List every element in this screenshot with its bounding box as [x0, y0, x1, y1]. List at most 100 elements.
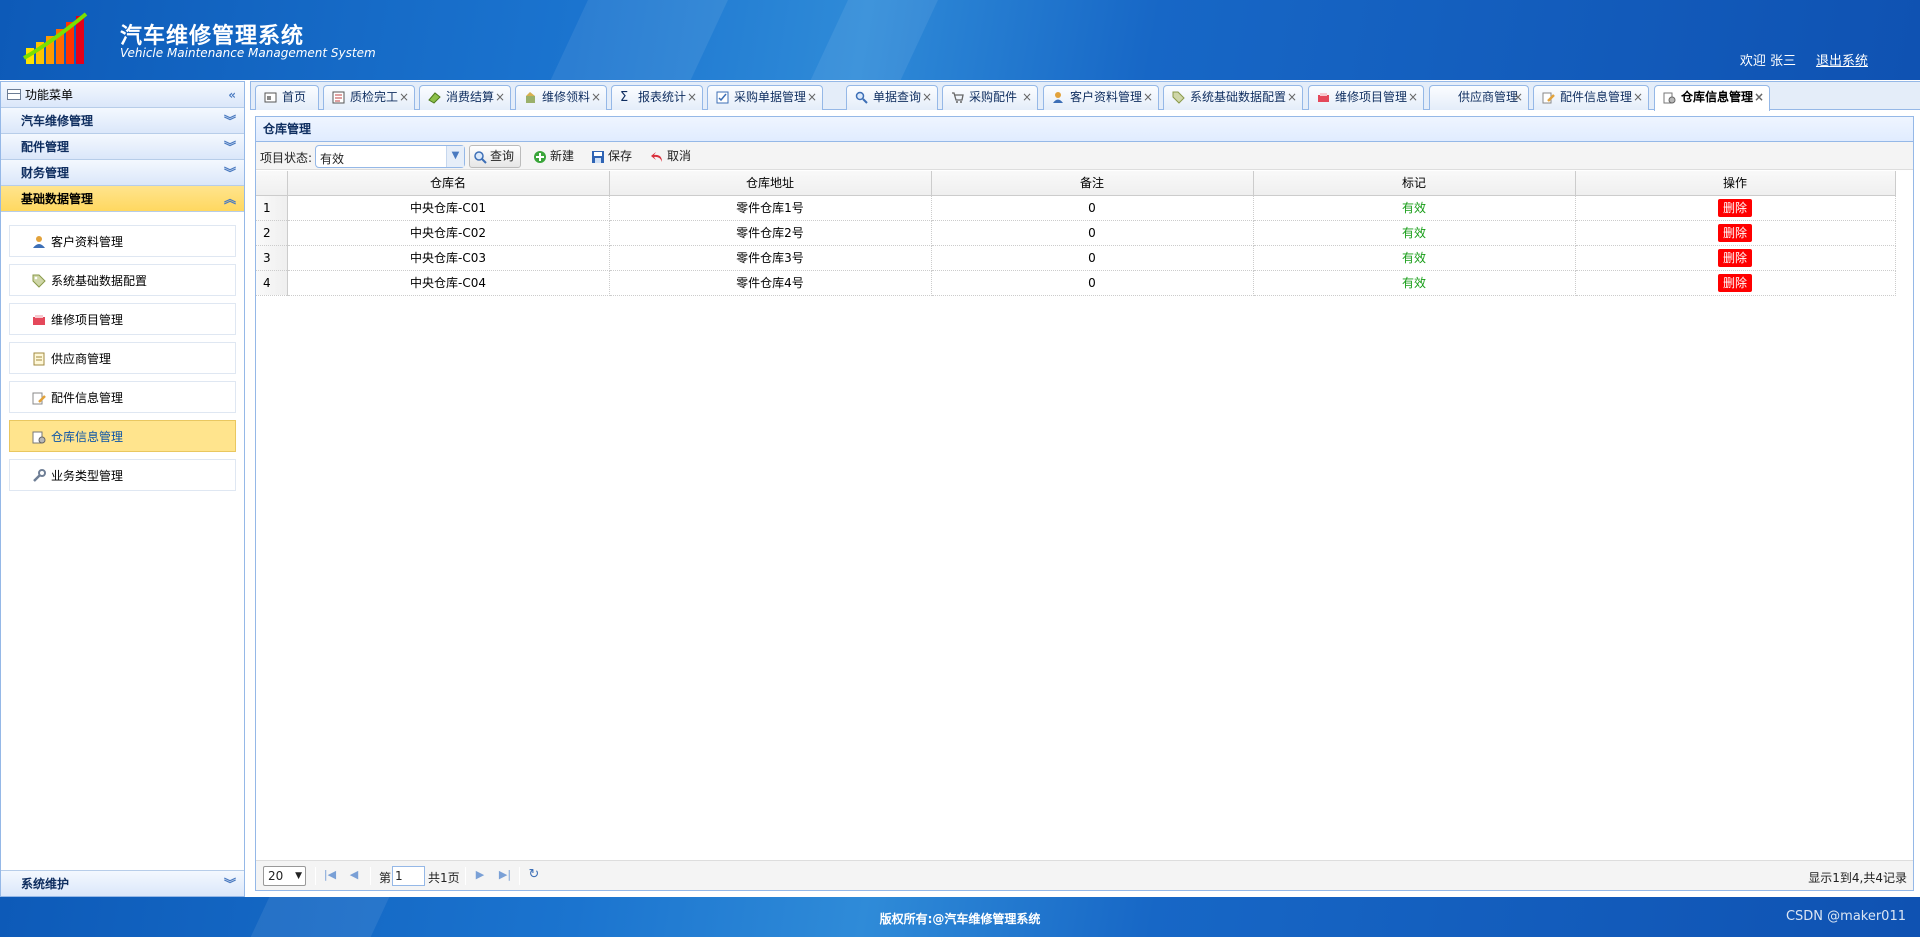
close-icon[interactable]: × [1513, 86, 1523, 109]
cell-remark[interactable]: 0 [931, 220, 1254, 246]
menu-grid-icon [7, 89, 21, 100]
page-label-prefix: 第 [379, 871, 392, 885]
first-page-icon[interactable]: |◀ [322, 867, 338, 883]
cancel-button[interactable]: 取消 [646, 145, 698, 168]
cell-warehouse-name[interactable]: 中央仓库-C04 [287, 270, 610, 296]
app-header: 汽车维修管理系统 Vehicle Maintenance Management … [0, 0, 1920, 80]
home-icon [264, 92, 277, 103]
sidebar-item-customer[interactable]: 客户资料管理 [9, 225, 236, 257]
sidebar-item-warehouse[interactable]: 仓库信息管理 [9, 420, 236, 452]
tab-label: 首页 [282, 90, 307, 104]
delete-button[interactable]: 删除 [1717, 198, 1752, 217]
tab-repair-items[interactable]: 维修项目管理 × [1308, 85, 1424, 110]
column-header-flag[interactable]: 标记 [1253, 171, 1576, 196]
status-select[interactable]: 有效 ▼ [315, 145, 465, 168]
tab-label: 供应商管理 [1458, 90, 1519, 104]
chevron-down-icon[interactable]: ▼ [446, 146, 464, 167]
sidebar-group-vehicle-repair[interactable]: 汽车维修管理 ︾ [1, 108, 244, 134]
cell-remark[interactable]: 0 [931, 195, 1254, 221]
close-icon[interactable]: × [591, 86, 601, 109]
cell-warehouse-name[interactable]: 中央仓库-C02 [287, 220, 610, 246]
tab-label: 消费结算 [446, 90, 495, 104]
cell-warehouse-address[interactable]: 零件仓库2号 [609, 220, 932, 246]
delete-button[interactable]: 删除 [1717, 273, 1752, 292]
table-row[interactable]: 3 中央仓库-C03 零件仓库3号 0 有效 删除 [256, 245, 1896, 271]
sidebar-group-base-data[interactable]: 基础数据管理 ︽ [1, 186, 244, 212]
close-icon[interactable]: × [1022, 86, 1032, 109]
chevron-down-icon: ︾ [223, 140, 236, 154]
tab-settlement[interactable]: 消费结算 × [419, 85, 511, 110]
delete-button[interactable]: 删除 [1717, 223, 1752, 242]
save-button[interactable]: 保存 [587, 145, 639, 168]
table-row[interactable]: 1 中央仓库-C01 零件仓库1号 0 有效 删除 [256, 195, 1896, 221]
tab-purchase-parts[interactable]: 采购配件 × [942, 85, 1038, 110]
close-icon[interactable]: × [1143, 86, 1153, 109]
delete-button[interactable]: 删除 [1717, 248, 1752, 267]
tab-purchase-docs[interactable]: 采购单据管理 × [707, 85, 823, 110]
tab-doc-query[interactable]: 单据查询 × [846, 85, 938, 110]
column-header-name[interactable]: 仓库名 [287, 171, 610, 196]
close-icon[interactable]: × [495, 86, 505, 109]
tab-reports[interactable]: Σ 报表统计 × [611, 85, 703, 110]
logout-link[interactable]: 退出系统 [1816, 50, 1868, 69]
collapse-left-icon[interactable]: « [228, 82, 236, 108]
cell-warehouse-address[interactable]: 零件仓库1号 [609, 195, 932, 221]
cell-remark[interactable]: 0 [931, 245, 1254, 271]
sidebar-item-base-config[interactable]: 系统基础数据配置 [9, 264, 236, 296]
table-row[interactable]: 2 中央仓库-C02 零件仓库2号 0 有效 删除 [256, 220, 1896, 246]
sidebar-item-suppliers[interactable]: 供应商管理 [9, 342, 236, 374]
cell-warehouse-address[interactable]: 零件仓库4号 [609, 270, 932, 296]
column-header-remark[interactable]: 备注 [931, 171, 1254, 196]
new-button[interactable]: 新建 [529, 145, 581, 168]
close-icon[interactable]: × [1287, 86, 1297, 109]
table-row[interactable]: 4 中央仓库-C04 零件仓库4号 0 有效 删除 [256, 270, 1896, 296]
sidebar-item-label: 供应商管理 [51, 352, 112, 366]
page-number-input[interactable]: 1 [392, 866, 425, 886]
close-icon[interactable]: × [1408, 86, 1418, 109]
cell-warehouse-address[interactable]: 零件仓库3号 [609, 245, 932, 271]
tab-parts-info[interactable]: 配件信息管理 × [1533, 85, 1649, 110]
tab-customer-info[interactable]: 客户资料管理 × [1043, 85, 1159, 110]
close-icon[interactable]: × [687, 86, 697, 109]
close-icon[interactable]: × [807, 86, 817, 109]
prev-page-icon[interactable]: ◀ [346, 867, 362, 883]
cell-warehouse-name[interactable]: 中央仓库-C01 [287, 195, 610, 221]
warehouse-panel: 仓库管理 项目状态: 有效 ▼ 查询 新建 保存 取消 仓库名 仓库地址 备注 … [255, 116, 1914, 891]
refresh-icon[interactable]: ↻ [526, 867, 542, 883]
chevron-down-icon: ︾ [223, 166, 236, 180]
close-icon[interactable]: × [1633, 86, 1643, 109]
chevron-down-icon: ︾ [223, 114, 236, 128]
page-size-select[interactable]: 20 ▼ [263, 866, 306, 886]
tab-base-config[interactable]: 系统基础数据配置 × [1163, 85, 1303, 110]
chevron-up-icon: ︽ [223, 192, 236, 206]
tab-label: 采购配件 [969, 90, 1018, 104]
sidebar-menu-header[interactable]: 功能菜单 « [1, 82, 244, 108]
sidebar-item-repair-items[interactable]: 维修项目管理 [9, 303, 236, 335]
cell-flag: 有效 [1253, 195, 1576, 221]
sidebar-item-label: 仓库信息管理 [51, 430, 124, 444]
customer-icon [33, 236, 45, 248]
close-icon[interactable]: × [1754, 86, 1764, 109]
wrench-icon [33, 469, 46, 482]
search-button[interactable]: 查询 [469, 145, 522, 168]
tab-qc-complete[interactable]: 质检完工 × [323, 85, 415, 110]
tab-warehouse-info[interactable]: 仓库信息管理 × [1654, 85, 1770, 111]
tab-home[interactable]: 首页 [255, 85, 319, 110]
sidebar-group-system[interactable]: 系统维护 ︾ [1, 870, 244, 896]
column-header-action[interactable]: 操作 [1575, 171, 1896, 196]
sidebar-group-finance[interactable]: 财务管理 ︾ [1, 160, 244, 186]
close-icon[interactable]: × [399, 86, 409, 109]
undo-icon [651, 152, 662, 162]
column-header-address[interactable]: 仓库地址 [609, 171, 932, 196]
tab-suppliers[interactable]: 供应商管理 × [1429, 85, 1529, 110]
tab-repair-materials[interactable]: 维修领料 × [515, 85, 607, 110]
next-page-icon[interactable]: ▶ [472, 867, 488, 883]
sidebar-item-parts-info[interactable]: 配件信息管理 [9, 381, 236, 413]
cell-remark[interactable]: 0 [931, 270, 1254, 296]
cell-warehouse-name[interactable]: 中央仓库-C03 [287, 245, 610, 271]
last-page-icon[interactable]: ▶| [497, 867, 513, 883]
sidebar-item-business-type[interactable]: 业务类型管理 [9, 459, 236, 491]
close-icon[interactable]: × [922, 86, 932, 109]
chevron-down-icon: ▼ [295, 871, 302, 881]
sidebar-group-parts[interactable]: 配件管理 ︾ [1, 134, 244, 160]
